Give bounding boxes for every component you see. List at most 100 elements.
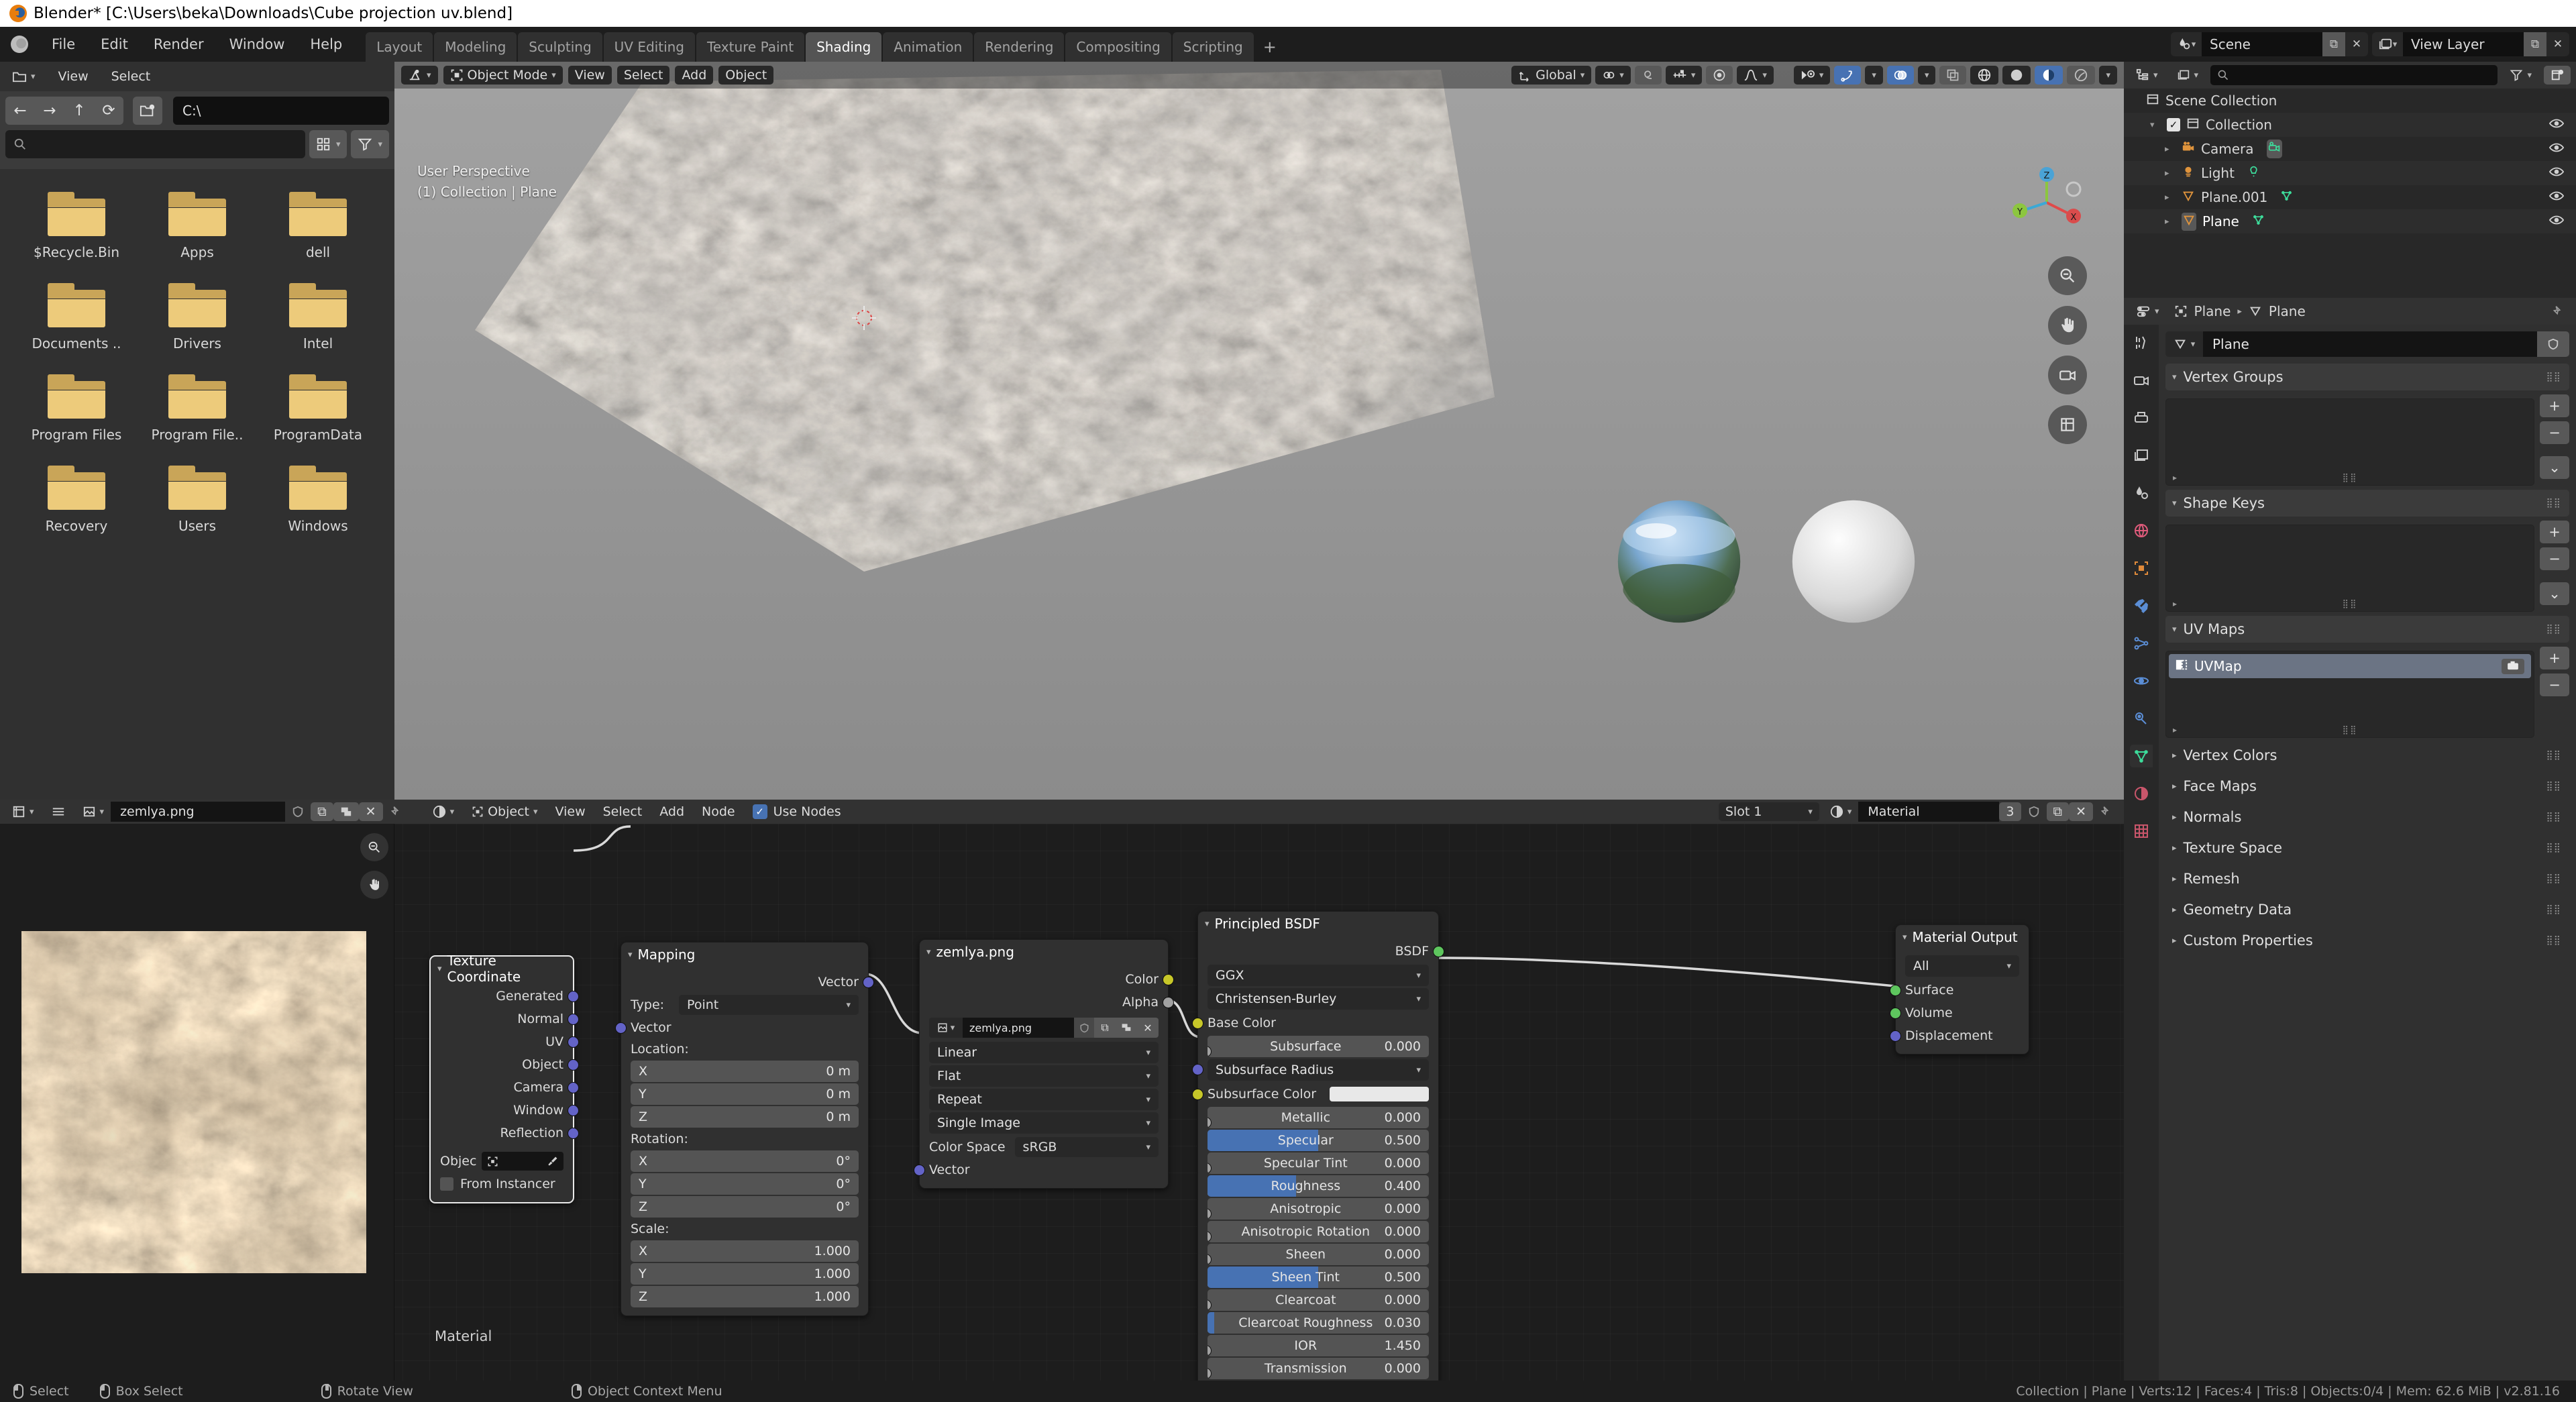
bsdf-subsurface-method-dropdown[interactable]: Christensen-Burley ▾ [1208, 988, 1429, 1010]
bsdf-prop-row[interactable]: Anisotropic 0.000 [1208, 1198, 1429, 1220]
material-copy-icon[interactable]: ⧉ [2046, 802, 2070, 821]
bsdf-prop-row[interactable]: Clearcoat Roughness 0.030 [1208, 1312, 1429, 1334]
socket-camera[interactable] [568, 1082, 579, 1093]
socket-bsdf-out[interactable] [1433, 946, 1444, 957]
list-grip-icon[interactable]: ⣿⣿ [2166, 470, 2534, 485]
delete-viewlayer-icon[interactable]: ✕ [2546, 32, 2569, 56]
tab-object-data-icon[interactable] [2130, 745, 2153, 767]
bsdf-prop-row[interactable]: Subsurface Radius ▾ [1192, 1059, 1429, 1081]
shader-context-selector[interactable]: Object ▾ [465, 802, 544, 821]
socket-mapping-vector-in[interactable] [615, 1022, 627, 1034]
list-specials-button[interactable]: ⌄ [2540, 582, 2569, 605]
tab-layout[interactable]: Layout [366, 32, 433, 62]
refresh-icon[interactable]: ⟳ [94, 97, 123, 125]
image-pack-icon[interactable] [1116, 1018, 1137, 1038]
tab-compositing[interactable]: Compositing [1065, 32, 1171, 62]
ortho-toggle-icon[interactable] [2048, 405, 2087, 444]
new-folder-icon[interactable] [133, 97, 162, 125]
outliner-row[interactable]: ▸ Plane.001 [2124, 185, 2576, 209]
socket-row-reflection[interactable]: Reflection [431, 1122, 579, 1144]
bsdf-prop-row[interactable]: Subsurface 0.000 [1208, 1036, 1429, 1057]
socket-row-normal[interactable]: Normal [431, 1008, 579, 1030]
shader-menu-view[interactable]: View [549, 802, 592, 821]
expand-triangle-icon[interactable]: ▸ [2165, 193, 2176, 203]
mesh-data-icon[interactable] [2280, 189, 2293, 205]
visibility-eye-icon[interactable] [2548, 166, 2565, 180]
socket-surface[interactable] [1890, 985, 1901, 996]
menu-edit[interactable]: Edit [88, 27, 141, 62]
tab-scene-icon[interactable] [2130, 482, 2153, 504]
forward-icon[interactable]: → [35, 97, 64, 125]
collapse-triangle-icon[interactable]: ▾ [1902, 932, 1907, 942]
bsdf-prop-socket[interactable] [1208, 1116, 1212, 1128]
list-specials-button[interactable]: ⌄ [2540, 456, 2569, 479]
node-mapping-header[interactable]: ▾ Mapping [621, 942, 868, 967]
filebrowser-menu-select[interactable]: Select [105, 67, 158, 86]
camera-data-icon[interactable] [2266, 140, 2282, 158]
properties-section-header[interactable]: ▸ Vertex Colors ⣿⣿ [2165, 742, 2569, 769]
shading-rendered-icon[interactable] [2067, 66, 2096, 85]
outliner-row[interactable]: ▾ ✓ Collection [2124, 113, 2576, 137]
collapse-triangle-icon[interactable]: ▾ [2172, 372, 2177, 382]
tab-rendering[interactable]: Rendering [974, 32, 1065, 62]
section-grip-icon[interactable]: ⣿⣿ [2546, 498, 2561, 508]
remove-item-button[interactable]: − [2540, 673, 2569, 696]
outliner-search-input[interactable] [2210, 65, 2498, 85]
matout-target-dropdown[interactable]: All ▾ [1905, 955, 2019, 977]
pin-icon[interactable] [383, 802, 409, 821]
snapping-increment-icon[interactable]: ▾ [1665, 66, 1703, 85]
socket-row-window[interactable]: Window [431, 1099, 579, 1122]
expand-triangle-icon[interactable]: ▸ [2172, 936, 2177, 946]
bsdf-prop-socket[interactable] [1208, 1299, 1212, 1311]
socket-normal[interactable] [568, 1014, 579, 1025]
socket-image-color[interactable] [1163, 974, 1174, 985]
imagetex-projection-dropdown[interactable]: Flat ▾ [929, 1065, 1159, 1087]
editor-type-selector[interactable]: ▾ [5, 67, 42, 86]
remove-item-button[interactable]: − [2540, 421, 2569, 444]
file-item[interactable]: Documents .. [16, 283, 137, 352]
tab-tool-icon[interactable] [2130, 331, 2153, 354]
properties-listbox[interactable]: ▸ ⣿⣿ [2165, 398, 2534, 486]
tab-physics-icon[interactable] [2130, 669, 2153, 692]
outliner-row[interactable]: ▸ Plane [2124, 209, 2576, 233]
bsdf-prop-row[interactable]: Anisotropic Rotation 0.000 [1208, 1221, 1429, 1242]
socket-subsurface-color[interactable] [1192, 1089, 1203, 1100]
tab-world-icon[interactable] [2130, 519, 2153, 542]
tab-constraints-icon[interactable] [2130, 707, 2153, 730]
bsdf-prop-row[interactable]: Subsurface Color [1192, 1083, 1438, 1106]
socket-row-generated[interactable]: Generated [431, 985, 579, 1008]
expand-triangle-icon[interactable]: ▾ [2150, 120, 2161, 130]
outliner-row[interactable]: ▸ Camera [2124, 137, 2576, 161]
menu-help[interactable]: Help [297, 27, 355, 62]
file-item[interactable]: Apps [137, 192, 258, 260]
bsdf-prop-socket[interactable] [1208, 1367, 1212, 1379]
shader-menu-node[interactable]: Node [695, 802, 742, 821]
image-unlink-icon[interactable]: ✕ [1137, 1018, 1159, 1038]
properties-section-header[interactable]: ▾ Vertex Groups ⣿⣿ [2165, 364, 2569, 390]
imagetex-interpolation-dropdown[interactable]: Linear ▾ [929, 1042, 1159, 1063]
expand-triangle-icon[interactable]: ▸ [2165, 217, 2176, 227]
material-fake-user-icon[interactable] [2021, 802, 2047, 821]
add-item-button[interactable]: + [2540, 394, 2569, 417]
unlink-image-icon[interactable]: ✕ [358, 802, 383, 821]
visibility-icon[interactable]: ▾ [1793, 66, 1831, 85]
from-instancer-checkbox[interactable] [440, 1177, 453, 1191]
back-icon[interactable]: ← [5, 97, 35, 125]
tab-modeling[interactable]: Modeling [434, 32, 517, 62]
use-nodes-checkbox[interactable]: ✓ Use Nodes [746, 802, 848, 821]
tab-scripting[interactable]: Scripting [1172, 32, 1254, 62]
remove-item-button[interactable]: − [2540, 547, 2569, 570]
socket-window[interactable] [568, 1105, 579, 1116]
file-item[interactable]: Drivers [137, 283, 258, 352]
node-mapping[interactable]: ▾ Mapping Vector Type: Point ▾ Vector Lo… [615, 942, 874, 1316]
tab-particles-icon[interactable] [2130, 632, 2153, 655]
file-search-input[interactable] [5, 130, 305, 158]
viewport-menu-object[interactable]: Object [718, 66, 774, 85]
image-browse-icon[interactable]: ▾ [929, 1018, 963, 1038]
fake-user-shield-icon[interactable] [285, 802, 311, 821]
editor-type-viewport-icon[interactable]: ▾ [401, 66, 438, 85]
mapping-location-z[interactable]: Z0 m [631, 1106, 859, 1128]
bsdf-prop-socket[interactable] [1208, 1253, 1212, 1265]
section-grip-icon[interactable]: ⣿⣿ [2546, 904, 2561, 915]
mesh-fake-user-icon[interactable] [2537, 331, 2569, 357]
